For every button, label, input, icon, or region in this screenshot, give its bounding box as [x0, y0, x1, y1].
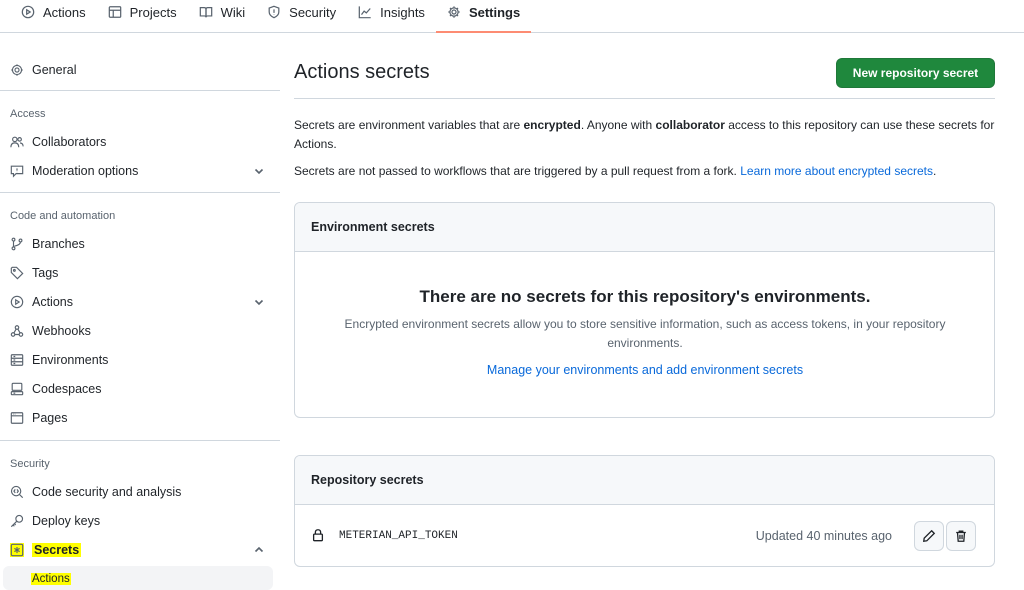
codespaces-icon — [10, 382, 24, 396]
manage-environments-link[interactable]: Manage your environments and add environ… — [295, 363, 994, 377]
sidebar-item-branches[interactable]: Branches — [0, 231, 273, 257]
fork-note-paragraph: Secrets are not passed to workflows that… — [294, 162, 995, 181]
repository-secrets-box: Repository secrets METERIAN_API_TOKEN Up… — [294, 455, 995, 567]
report-icon — [10, 165, 24, 178]
sidebar-item-codespaces[interactable]: Codespaces — [0, 376, 273, 402]
tab-actions[interactable]: Actions — [10, 0, 97, 24]
secret-updated-time: Updated 40 minutes ago — [755, 529, 892, 543]
sidebar-item-label: Secrets — [32, 543, 82, 557]
sidebar-item-label: Tags — [32, 266, 59, 280]
new-repository-secret-button[interactable]: New repository secret — [836, 58, 995, 88]
tag-icon — [10, 266, 24, 280]
sidebar-item-actions[interactable]: Actions — [0, 289, 273, 315]
tab-label: Wiki — [220, 4, 246, 20]
key-icon — [10, 514, 24, 528]
chevron-up-icon[interactable] — [253, 544, 265, 556]
empty-state-title: There are no secrets for this repository… — [419, 287, 871, 306]
tab-security[interactable]: Security — [256, 0, 347, 24]
repository-secrets-header: Repository secrets — [295, 456, 994, 505]
title-divider — [294, 98, 995, 99]
shield-icon — [268, 5, 280, 19]
chevron-down-icon[interactable] — [253, 296, 265, 308]
sidebar-divider — [0, 440, 280, 441]
graph-icon — [358, 6, 371, 19]
browser-icon — [10, 412, 24, 424]
sidebar-item-webhooks[interactable]: Webhooks — [0, 318, 273, 344]
tab-insights[interactable]: Insights — [347, 0, 436, 24]
sidebar-item-environments[interactable]: Environments — [0, 347, 273, 373]
sidebar-item-label: Actions — [32, 295, 73, 309]
secret-name: METERIAN_API_TOKEN — [339, 530, 458, 542]
secret-row: METERIAN_API_TOKEN Updated 40 minutes ag… — [295, 506, 994, 566]
sidebar-item-general[interactable]: General — [0, 57, 273, 83]
play-circle-icon — [21, 5, 35, 19]
intro-text: . Anyone with — [580, 118, 656, 132]
tab-projects[interactable]: Projects — [97, 0, 188, 24]
intro-emphasis: collaborator — [655, 118, 725, 132]
server-icon — [10, 354, 24, 366]
tab-label: Actions — [43, 4, 86, 20]
fork-note-text: . — [933, 164, 937, 178]
sidebar-divider — [0, 192, 280, 193]
sidebar-item-label: General — [32, 63, 77, 77]
sidebar-item-label: Branches — [32, 237, 85, 251]
sidebar-item-label: Environments — [32, 353, 109, 367]
delete-secret-button[interactable] — [946, 521, 976, 551]
pencil-icon — [922, 529, 936, 543]
people-icon — [10, 136, 24, 148]
intro-emphasis: encrypted — [523, 118, 581, 132]
environment-secrets-header: Environment secrets — [295, 203, 994, 252]
play-circle-icon — [10, 295, 24, 309]
tab-label: Settings — [468, 4, 521, 20]
sidebar-subitem-label: Actions — [31, 573, 71, 585]
tab-settings[interactable]: Settings — [435, 0, 532, 33]
tab-label: Security — [289, 4, 337, 20]
gear-icon — [448, 6, 460, 18]
intro-text: Secrets are environment variables that a… — [294, 118, 524, 132]
lock-icon — [312, 529, 324, 542]
sidebar-divider — [0, 90, 280, 91]
sidebar-item-label: Pages — [32, 411, 68, 425]
sidebar-item-label: Collaborators — [32, 135, 107, 149]
tab-label: Projects — [129, 4, 177, 20]
sidebar-item-code-security[interactable]: Code security and analysis — [0, 479, 273, 505]
empty-state-description: Encrypted environment secrets allow you … — [344, 317, 946, 350]
sidebar-heading-security: Security — [10, 458, 50, 470]
sidebar-item-pages[interactable]: Pages — [0, 405, 273, 431]
edit-secret-button[interactable] — [914, 521, 944, 551]
learn-more-link[interactable]: Learn more about encrypted secrets — [740, 164, 933, 178]
sidebar-heading-access: Access — [10, 108, 46, 120]
sidebar-item-collaborators[interactable]: Collaborators — [0, 129, 273, 155]
intro-paragraph: Secrets are environment variables that a… — [294, 116, 995, 154]
sidebar-item-secrets[interactable]: Secrets — [0, 537, 273, 563]
sidebar-item-moderation[interactable]: Moderation options — [0, 158, 273, 184]
fork-note-text: Secrets are not passed to workflows that… — [294, 164, 741, 178]
book-icon — [199, 7, 212, 18]
sidebar-item-label: Deploy keys — [32, 514, 101, 528]
git-branch-icon — [11, 237, 23, 251]
sidebar-item-deploy-keys[interactable]: Deploy keys — [0, 508, 273, 534]
table-icon — [108, 6, 121, 18]
sidebar-item-label: Webhooks — [32, 324, 91, 338]
webhook-icon — [10, 325, 24, 337]
codescan-icon — [10, 485, 24, 499]
sidebar-item-label: Codespaces — [32, 382, 102, 396]
repo-nav: Actions Projects Wiki Security Insights … — [0, 0, 1024, 33]
sidebar-subitem-secrets-actions[interactable]: Actions — [3, 566, 273, 590]
asterisk-box-icon — [10, 543, 24, 557]
gear-icon — [11, 64, 23, 76]
sidebar-heading-code: Code and automation — [10, 210, 116, 222]
settings-sidebar: General Access Collaborators Moderation … — [0, 33, 281, 590]
chevron-down-icon[interactable] — [253, 165, 265, 177]
sidebar-item-tags[interactable]: Tags — [0, 260, 273, 286]
sidebar-item-label: Code security and analysis — [32, 485, 182, 499]
tab-wiki[interactable]: Wiki — [188, 0, 257, 24]
sidebar-item-label: Moderation options — [32, 164, 139, 178]
trash-icon — [956, 530, 966, 542]
page-title: Actions secrets — [294, 61, 430, 83]
environment-secrets-box: Environment secrets There are no secrets… — [294, 202, 995, 418]
tab-label: Insights — [380, 4, 425, 20]
